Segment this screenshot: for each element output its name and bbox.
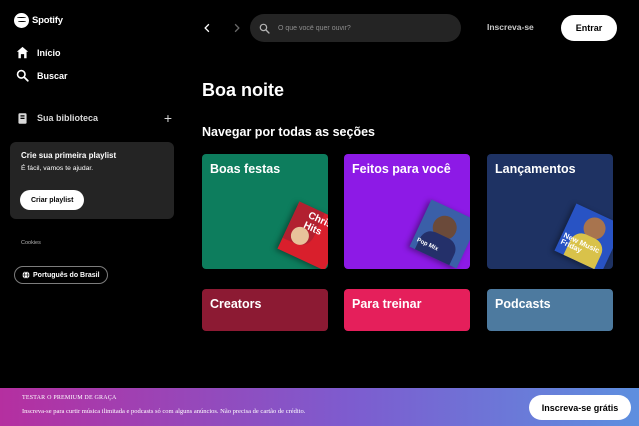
category-tile-feitos-para-voce[interactable]: Feitos para você Pop Mix [344,154,470,269]
premium-banner[interactable]: TESTAR O PREMIUM DE GRAÇA Inscreva-se pa… [0,388,639,426]
category-tile-boas-festas[interactable]: Boas festas Christmas Hits [202,154,328,269]
category-tile-podcasts[interactable]: Podcasts [487,289,613,331]
language-label: Português do Brasil [33,271,100,279]
plus-icon[interactable]: + [164,111,172,125]
card-subtitle: É fácil, vamos te ajudar. [21,165,94,172]
create-playlist-card: Crie sua primeira playlist É fácil, vamo… [10,142,174,219]
spotify-logo[interactable]: Spotify [14,13,63,28]
category-title: Creators [210,297,262,311]
category-title: Lançamentos [495,162,576,176]
category-artwork: Christmas Hits [277,201,328,269]
library-icon [18,112,27,124]
spotify-logo-icon [14,13,29,28]
category-tile-para-treinar[interactable]: Para treinar [344,289,470,331]
library-header: Sua biblioteca + [16,111,172,125]
category-artwork: Pop Mix [409,199,470,269]
category-title: Boas festas [210,162,281,176]
create-playlist-button[interactable]: Criar playlist [20,190,85,210]
search-bar[interactable] [250,14,461,42]
card-title: Crie sua primeira playlist [21,151,117,160]
chevron-right-icon [234,23,240,33]
nav-search[interactable]: Buscar [16,69,68,82]
category-title: Para treinar [352,297,422,311]
category-tile-creators[interactable]: Creators [202,289,328,331]
chevron-left-icon [204,23,210,33]
globe-icon [22,271,30,279]
category-title: Podcasts [495,297,551,311]
nav-home-label: Início [37,47,61,58]
category-title: Feitos para você [352,162,451,176]
sidebar: Spotify Início Buscar Sua biblioteca + C… [0,0,182,388]
signup-link[interactable]: Inscreva-se [487,22,534,32]
banner-subtitle: Inscreva-se para curtir música ilimitada… [22,408,306,415]
brand-name: Spotify [32,15,63,26]
back-button[interactable] [198,19,216,37]
nav-home[interactable]: Início [16,46,61,59]
library-label: Sua biblioteca [37,113,99,123]
search-input[interactable] [276,23,446,33]
category-tile-lancamentos[interactable]: Lançamentos New Music Friday [487,154,613,269]
greeting-heading: Boa noite [202,80,285,100]
language-button[interactable]: Português do Brasil [14,266,108,284]
banner-title: TESTAR O PREMIUM DE GRAÇA [22,395,117,401]
forward-button[interactable] [228,19,246,37]
browse-section-title: Navegar por todas as seções [202,125,375,139]
login-button[interactable]: Entrar [561,15,617,41]
search-bar-icon [259,23,270,34]
free-signup-button[interactable]: Inscreva-se grátis [529,395,631,420]
home-icon [16,46,29,59]
nav-search-label: Buscar [37,70,68,81]
category-artwork: New Music Friday [554,203,613,269]
search-icon [16,69,29,82]
cookies-link[interactable]: Cookies [21,240,41,246]
library-button[interactable]: Sua biblioteca [16,112,98,125]
